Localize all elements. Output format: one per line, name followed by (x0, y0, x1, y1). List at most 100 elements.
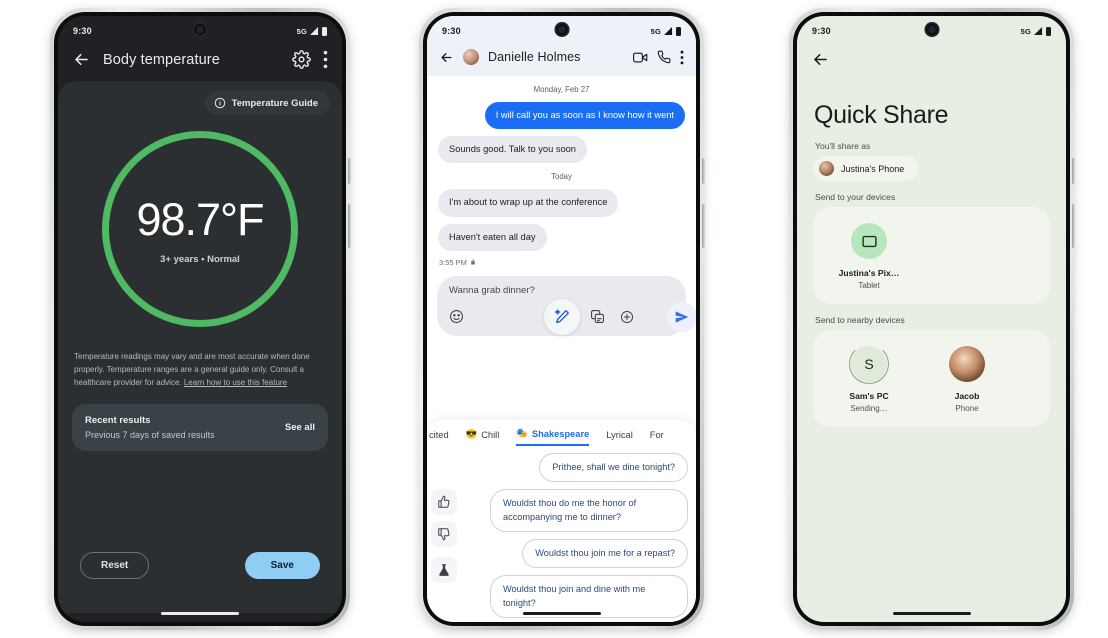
save-button[interactable]: Save (244, 552, 320, 579)
battery-icon (676, 26, 681, 36)
your-devices-label: Send to your devices (815, 192, 896, 202)
chip-chill[interactable]: 😎 Chill (466, 429, 500, 445)
phone2-status-icons: 5G (650, 26, 681, 36)
chip-label: Shakespeare (531, 428, 590, 439)
temperature-ring: 98.7°F 3+ years • Normal (102, 131, 298, 327)
share-as-chip[interactable]: Justina's Phone (813, 156, 919, 181)
phone2-power-button[interactable] (702, 158, 705, 184)
message-bubble-outgoing[interactable]: I will call you as soon as I know how it… (484, 102, 685, 130)
phone3-nav-pill[interactable] (892, 612, 971, 615)
network-label: 5G (650, 26, 661, 36)
phone2-volume-button[interactable] (702, 204, 705, 248)
battery-icon (322, 26, 327, 36)
nearby-devices-grid: S Sam's PC Sending… Jacob Phone (813, 344, 1050, 413)
style-chip-row: cited 😎 Chill 🎭 Shakespeare Lyrical For (427, 420, 696, 446)
device-avatar-photo (949, 346, 985, 382)
lock-icon (471, 259, 475, 265)
chip-shakespeare[interactable]: 🎭 Shakespeare (516, 428, 590, 446)
temperature-value: 98.7°F (136, 193, 264, 245)
device-name: Sam's PC (849, 391, 889, 401)
phone1-nav-pill[interactable] (161, 612, 239, 615)
gear-icon[interactable] (292, 50, 311, 69)
temperature-guide-button[interactable]: Temperature Guide (204, 91, 330, 115)
back-icon[interactable] (72, 50, 91, 69)
device-name: Justina's Pix… (838, 268, 900, 278)
phone1-app-bar: Body temperature (58, 46, 342, 81)
chip-label: Lyrical (606, 429, 633, 440)
back-icon[interactable] (811, 50, 830, 69)
front-camera-icon (924, 22, 939, 37)
tablet-icon (851, 223, 887, 259)
avatar-initial: S (864, 356, 874, 372)
screenshot-stage: 9:30 5G Body temperature Temperature Gui… (0, 0, 1108, 638)
message-bubble-incoming[interactable]: I'm about to wrap up at the conference (438, 189, 619, 217)
emoji-icon[interactable] (449, 309, 464, 324)
date-separator: Monday, Feb 27 (533, 85, 590, 94)
device-item[interactable]: S Sam's PC Sending… (835, 344, 903, 413)
suggestion-item[interactable]: Prithee, shall we dine tonight? (539, 453, 688, 483)
message-input[interactable]: Wanna grab dinner? (449, 285, 674, 296)
phone-call-icon[interactable] (657, 50, 671, 64)
phone3-screen: 9:30 5G Quick Share You'll share as Just… (797, 16, 1066, 622)
send-button[interactable] (667, 301, 696, 332)
learn-more-link[interactable]: Learn how to use this feature (184, 378, 287, 387)
signal-icon (664, 27, 673, 35)
recent-results-card[interactable]: Recent results Previous 7 days of saved … (72, 403, 328, 451)
feedback-rail (431, 453, 457, 618)
phone1-power-button[interactable] (348, 158, 351, 184)
recent-results-title: Recent results (85, 414, 151, 426)
video-call-icon[interactable] (633, 50, 648, 65)
phone1-volume-button[interactable] (348, 204, 351, 248)
message-bubble-incoming[interactable]: Haven't eaten all day (438, 223, 547, 251)
phone2-nav-pill[interactable] (522, 612, 601, 615)
chip-formal[interactable]: For (650, 430, 664, 445)
more-options-icon[interactable] (680, 50, 684, 65)
phone1-bezel: 9:30 5G Body temperature Temperature Gui… (54, 12, 346, 626)
phone3-status-icons: 5G (1021, 26, 1051, 36)
suggestion-item[interactable]: Wouldst thou do me the honor of accompan… (490, 489, 688, 533)
thumbs-up-icon[interactable] (431, 489, 457, 515)
sticker-icon[interactable] (590, 309, 605, 324)
thumbs-down-icon[interactable] (431, 521, 457, 547)
back-icon[interactable] (439, 50, 454, 65)
network-label: 5G (296, 26, 307, 36)
magic-compose-sheet: cited 😎 Chill 🎭 Shakespeare Lyrical For … (427, 420, 696, 622)
device-item[interactable]: Jacob Phone (933, 346, 1001, 413)
signal-icon (1034, 27, 1043, 35)
device-item[interactable]: Justina's Pix… Tablet (835, 223, 903, 290)
page-title: Body temperature (103, 51, 220, 68)
nearby-devices-label: Send to nearby devices (815, 315, 905, 325)
chip-excited[interactable]: cited (429, 430, 449, 445)
phone3-volume-button[interactable] (1072, 204, 1075, 248)
message-composer[interactable]: Wanna grab dinner? (437, 275, 696, 336)
chip-label: Chill (481, 429, 500, 440)
phone3-status-bar: 9:30 5G (797, 16, 1066, 46)
suggestion-item[interactable]: Wouldst thou join me for a repast? (522, 539, 688, 569)
phone3-status-time: 9:30 (812, 26, 831, 36)
phone2-screen: 9:30 5G Danielle Holmes Monday, Feb 27 I… (427, 16, 696, 622)
phone1-screen: 9:30 5G Body temperature Temperature Gui… (58, 16, 342, 622)
disclaimer-text: Temperature readings may vary and are mo… (74, 351, 326, 390)
more-options-icon[interactable] (323, 50, 328, 69)
add-attachment-icon[interactable] (620, 310, 634, 324)
front-camera-icon (554, 22, 569, 37)
magic-compose-icon[interactable] (543, 298, 580, 335)
suggestion-list: Prithee, shall we dine tonight? Wouldst … (463, 453, 688, 619)
phone3-power-button[interactable] (1072, 158, 1075, 184)
composer-toolbar (449, 298, 696, 335)
chip-emoji: 🎭 (516, 428, 528, 438)
info-icon (214, 97, 225, 109)
message-bubble-incoming[interactable]: Sounds good. Talk to you soon (438, 136, 587, 164)
date-separator: Today (551, 172, 572, 182)
lab-flask-icon[interactable] (431, 557, 457, 583)
see-all-link[interactable]: See all (285, 422, 315, 433)
phone-body-temperature: 9:30 5G Body temperature Temperature Gui… (50, 8, 351, 630)
phone1-content: Temperature Guide 98.7°F 3+ years • Norm… (58, 81, 342, 613)
phone-quick-share: 9:30 5G Quick Share You'll share as Just… (789, 8, 1075, 630)
phone2-bezel: 9:30 5G Danielle Holmes Monday, Feb 27 I… (423, 12, 700, 626)
phone2-app-bar: Danielle Holmes (427, 46, 696, 76)
chip-lyrical[interactable]: Lyrical (606, 430, 633, 445)
signal-icon (310, 27, 319, 35)
page-title: Quick Share (814, 101, 949, 129)
reset-button[interactable]: Reset (80, 552, 150, 579)
